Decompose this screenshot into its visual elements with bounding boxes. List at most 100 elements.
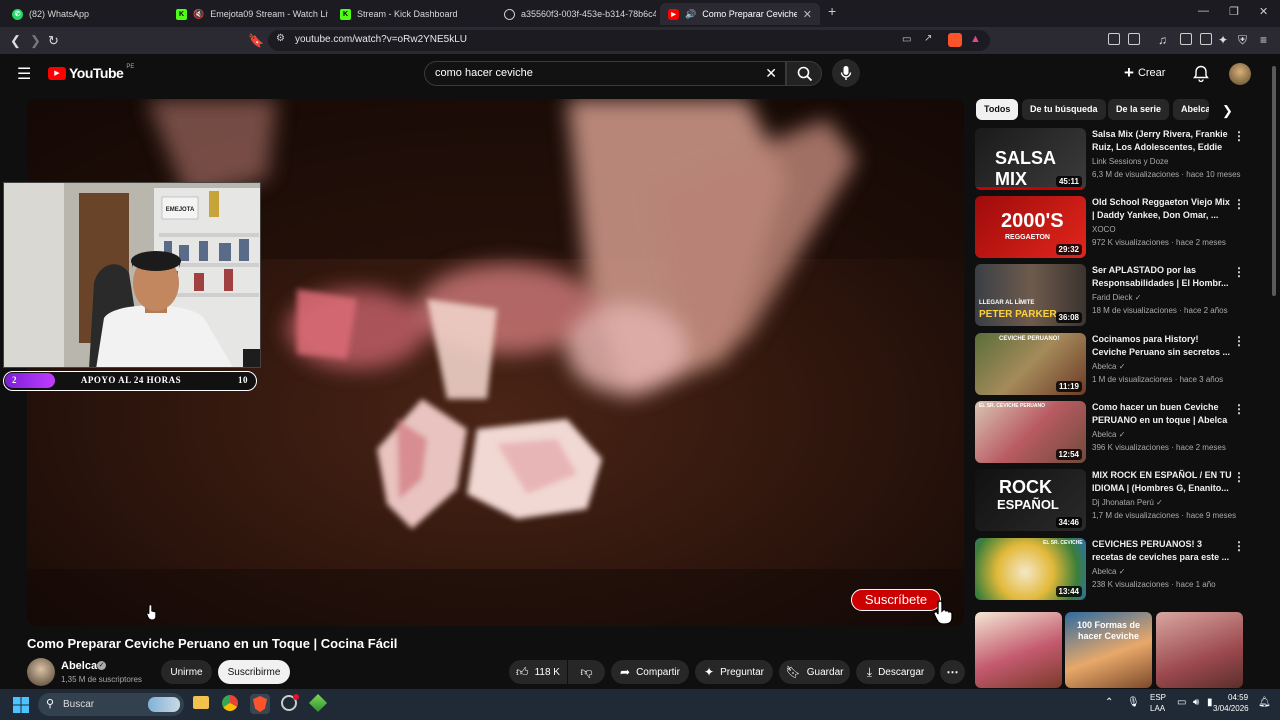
recommended-video[interactable]: SALSA MIX 45:11 Salsa Mix (Jerry Rivera,… — [975, 128, 1250, 190]
wallet-icon[interactable] — [1200, 33, 1212, 45]
voice-search-button[interactable] — [832, 59, 860, 87]
recommended-title[interactable]: MIX ROCK EN ESPAÑOL / EN TU IDIOMA | (Ho… — [1092, 469, 1232, 495]
recommended-channel[interactable]: Abelca ✓ — [1092, 362, 1125, 371]
save-button[interactable]: 🔖︎ Guardar — [779, 660, 850, 684]
more-vert-icon[interactable]: ⋮ — [1233, 197, 1245, 211]
page-scrollbar[interactable] — [1271, 60, 1277, 688]
recommended-video[interactable]: EL SR. CEVICHE 13:44 CEVICHES PERUANOS! … — [975, 538, 1250, 600]
more-vert-icon[interactable]: ⋮ — [1233, 265, 1245, 279]
video-thumbnail[interactable]: CEVICHE PERUANO! 11:19 — [975, 333, 1086, 395]
new-tab-icon[interactable]: + — [828, 3, 836, 19]
join-button[interactable]: Unirme — [161, 660, 212, 684]
search-input[interactable]: como hacer ceviche ✕ — [424, 61, 786, 86]
youtube-logo[interactable]: ▶ YouTube PE — [48, 64, 134, 81]
chip-de-la-serie[interactable]: De la serie — [1108, 99, 1170, 120]
restore-icon[interactable]: ❐ — [1229, 5, 1239, 18]
video-thumbnail[interactable]: ROCK ESPAÑOL 34:46 — [975, 469, 1086, 531]
sidebar-icon[interactable] — [1180, 33, 1192, 45]
close-window-icon[interactable]: ✕ — [1259, 5, 1268, 18]
recommended-title[interactable]: CEVICHES PERUANOS! 3 recetas de ceviches… — [1092, 538, 1232, 564]
chip-de-tu-busqueda[interactable]: De tu búsqueda — [1022, 99, 1106, 120]
recommended-title[interactable]: Ser APLASTADO por las Responsabilidades … — [1092, 264, 1232, 290]
battery-icon[interactable]: ▮ — [1207, 697, 1213, 708]
video-thumbnail[interactable]: 2000'S REGGAETON 29:32 — [975, 196, 1086, 258]
recommended-channel[interactable]: Farid Dieck ✓ — [1092, 293, 1141, 302]
minecraft-icon[interactable] — [308, 693, 328, 713]
clock-time[interactable]: 04:59 — [1228, 693, 1248, 702]
menu-icon[interactable]: ≡ — [1260, 33, 1267, 47]
extensions-icon[interactable] — [1108, 33, 1120, 45]
chrome-icon[interactable] — [222, 695, 238, 711]
tab-uuid[interactable]: a35560f3-003f-453e-b314-78b6c409 — [496, 3, 656, 25]
recommended-title[interactable]: Salsa Mix (Jerry Rivera, Frankie Ruiz, L… — [1092, 128, 1232, 155]
recommended-video[interactable]: 2000'S REGGAETON 29:32 Old School Reggae… — [975, 196, 1250, 258]
share-icon[interactable]: ↗ — [924, 33, 932, 44]
video-thumbnail[interactable]: SALSA MIX 45:11 — [975, 128, 1086, 190]
channel-avatar[interactable] — [27, 658, 55, 686]
video-thumbnail[interactable]: EL SR. CEVICHE 13:44 — [975, 538, 1086, 600]
more-vert-icon[interactable]: ⋮ — [1233, 402, 1245, 416]
recommended-video[interactable]: LLEGAR AL LÍMITE PETER PARKER 36:08 Ser … — [975, 264, 1250, 326]
short-thumbnail[interactable] — [975, 612, 1062, 688]
site-info-icon[interactable]: ⚙ — [276, 33, 285, 44]
clear-search-icon[interactable]: ✕ — [765, 65, 777, 82]
more-vert-icon[interactable]: ⋮ — [1233, 334, 1245, 348]
back-icon[interactable]: ❮ — [10, 33, 21, 49]
notifications-bell-icon[interactable] — [1193, 65, 1209, 82]
address-bar[interactable]: ⚙ youtube.com/watch?v=oRw2YNE5kLU ▭ ↗ ▲ — [268, 30, 990, 51]
hamburger-menu-icon[interactable]: ☰ — [17, 64, 31, 84]
cast-icon[interactable]: ▭ — [902, 34, 911, 45]
url-text[interactable]: youtube.com/watch?v=oRw2YNE5kLU — [295, 34, 467, 45]
ask-button[interactable]: ✦ Preguntar — [695, 660, 773, 684]
music-icon[interactable]: ♫ — [1158, 33, 1167, 47]
like-button[interactable]: 👍︎ 118 K — [509, 660, 567, 684]
recommended-channel[interactable]: Dj Jhonatan Perú ✓ — [1092, 498, 1163, 507]
video-thumbnail[interactable]: EL SR. CEVICHE PERUANO 12:54 — [975, 401, 1086, 463]
video-thumbnail[interactable]: LLEGAR AL LÍMITE PETER PARKER 36:08 — [975, 264, 1086, 326]
forward-icon[interactable]: ❯ — [30, 33, 41, 49]
avatar[interactable] — [1229, 63, 1251, 85]
reload-icon[interactable]: ↻ — [48, 33, 59, 49]
scrollbar-thumb[interactable] — [1272, 66, 1276, 296]
dislike-button[interactable]: 👎︎ — [568, 660, 605, 684]
keyboard-layout[interactable]: LAA — [1150, 704, 1165, 713]
recommended-video[interactable]: EL SR. CEVICHE PERUANO 12:54 Como hacer … — [975, 401, 1250, 463]
create-button[interactable]: + Crear — [1124, 63, 1165, 83]
tab-whatsapp[interactable]: ✆ (82) WhatsApp — [4, 3, 164, 25]
subscribe-button[interactable]: Suscribirme — [218, 660, 290, 684]
more-vert-icon[interactable]: ⋮ — [1233, 470, 1245, 484]
clock-date[interactable]: 3/04/2026 — [1213, 704, 1249, 713]
recommended-title[interactable]: Old School Reggaeton Viejo Mix | Daddy Y… — [1092, 196, 1232, 222]
brave-shields-icon[interactable] — [948, 33, 962, 47]
volume-icon[interactable]: 🔊︎ — [1193, 697, 1199, 708]
chevron-right-icon[interactable]: ❯ — [1222, 103, 1233, 119]
more-vert-icon[interactable]: ⋮ — [1233, 129, 1245, 143]
recommended-title[interactable]: Como hacer un buen Ceviche PERUANO en un… — [1092, 401, 1232, 427]
more-vert-icon[interactable]: ⋮ — [1233, 539, 1245, 553]
chip-abelca[interactable]: Abelca — [1173, 99, 1209, 120]
brave-rewards-icon[interactable]: ▲ — [970, 33, 981, 45]
bookmark-icon[interactable]: 🔖 — [248, 33, 264, 49]
tray-overflow-icon[interactable]: ⌃ — [1105, 697, 1113, 708]
overlay-subscribe-button[interactable]: Suscríbete — [851, 589, 941, 611]
download-button[interactable]: ⤓ Descargar — [856, 660, 935, 684]
short-thumbnail[interactable]: 100 Formas de hacer Ceviche — [1065, 612, 1152, 688]
close-tab-icon[interactable]: ✕ — [803, 8, 812, 21]
more-actions-button[interactable]: ⋯ — [940, 660, 965, 684]
recommended-video[interactable]: CEVICHE PERUANO! 11:19 Cocinamos para Hi… — [975, 333, 1250, 395]
taskbar-search[interactable]: ⚲ Buscar — [38, 693, 184, 716]
file-explorer-icon[interactable] — [193, 696, 209, 709]
leo-ai-icon[interactable]: ✦ — [1218, 33, 1228, 47]
windows-start-icon[interactable] — [13, 697, 29, 713]
tab-kick-stream[interactable]: K 🔇 Emejota09 Stream - Watch Live o — [168, 3, 328, 25]
search-button[interactable] — [786, 61, 822, 86]
network-icon[interactable]: ▭ — [1177, 697, 1186, 708]
recommended-channel[interactable]: Link Sessions y Doze — [1092, 157, 1168, 166]
short-thumbnail[interactable] — [1156, 612, 1243, 688]
tab-kick-dashboard[interactable]: K Stream - Kick Dashboard — [332, 3, 492, 25]
tab-youtube[interactable]: ▶ 🔊 Como Preparar Ceviche Peruan ✕ — [660, 3, 820, 25]
screenshot-icon[interactable] — [1128, 33, 1140, 45]
vpn-icon[interactable]: ⛨ — [1238, 33, 1247, 48]
recommended-channel[interactable]: Abelca ✓ — [1092, 567, 1125, 576]
recommended-video[interactable]: ROCK ESPAÑOL 34:46 MIX ROCK EN ESPAÑOL /… — [975, 469, 1250, 531]
